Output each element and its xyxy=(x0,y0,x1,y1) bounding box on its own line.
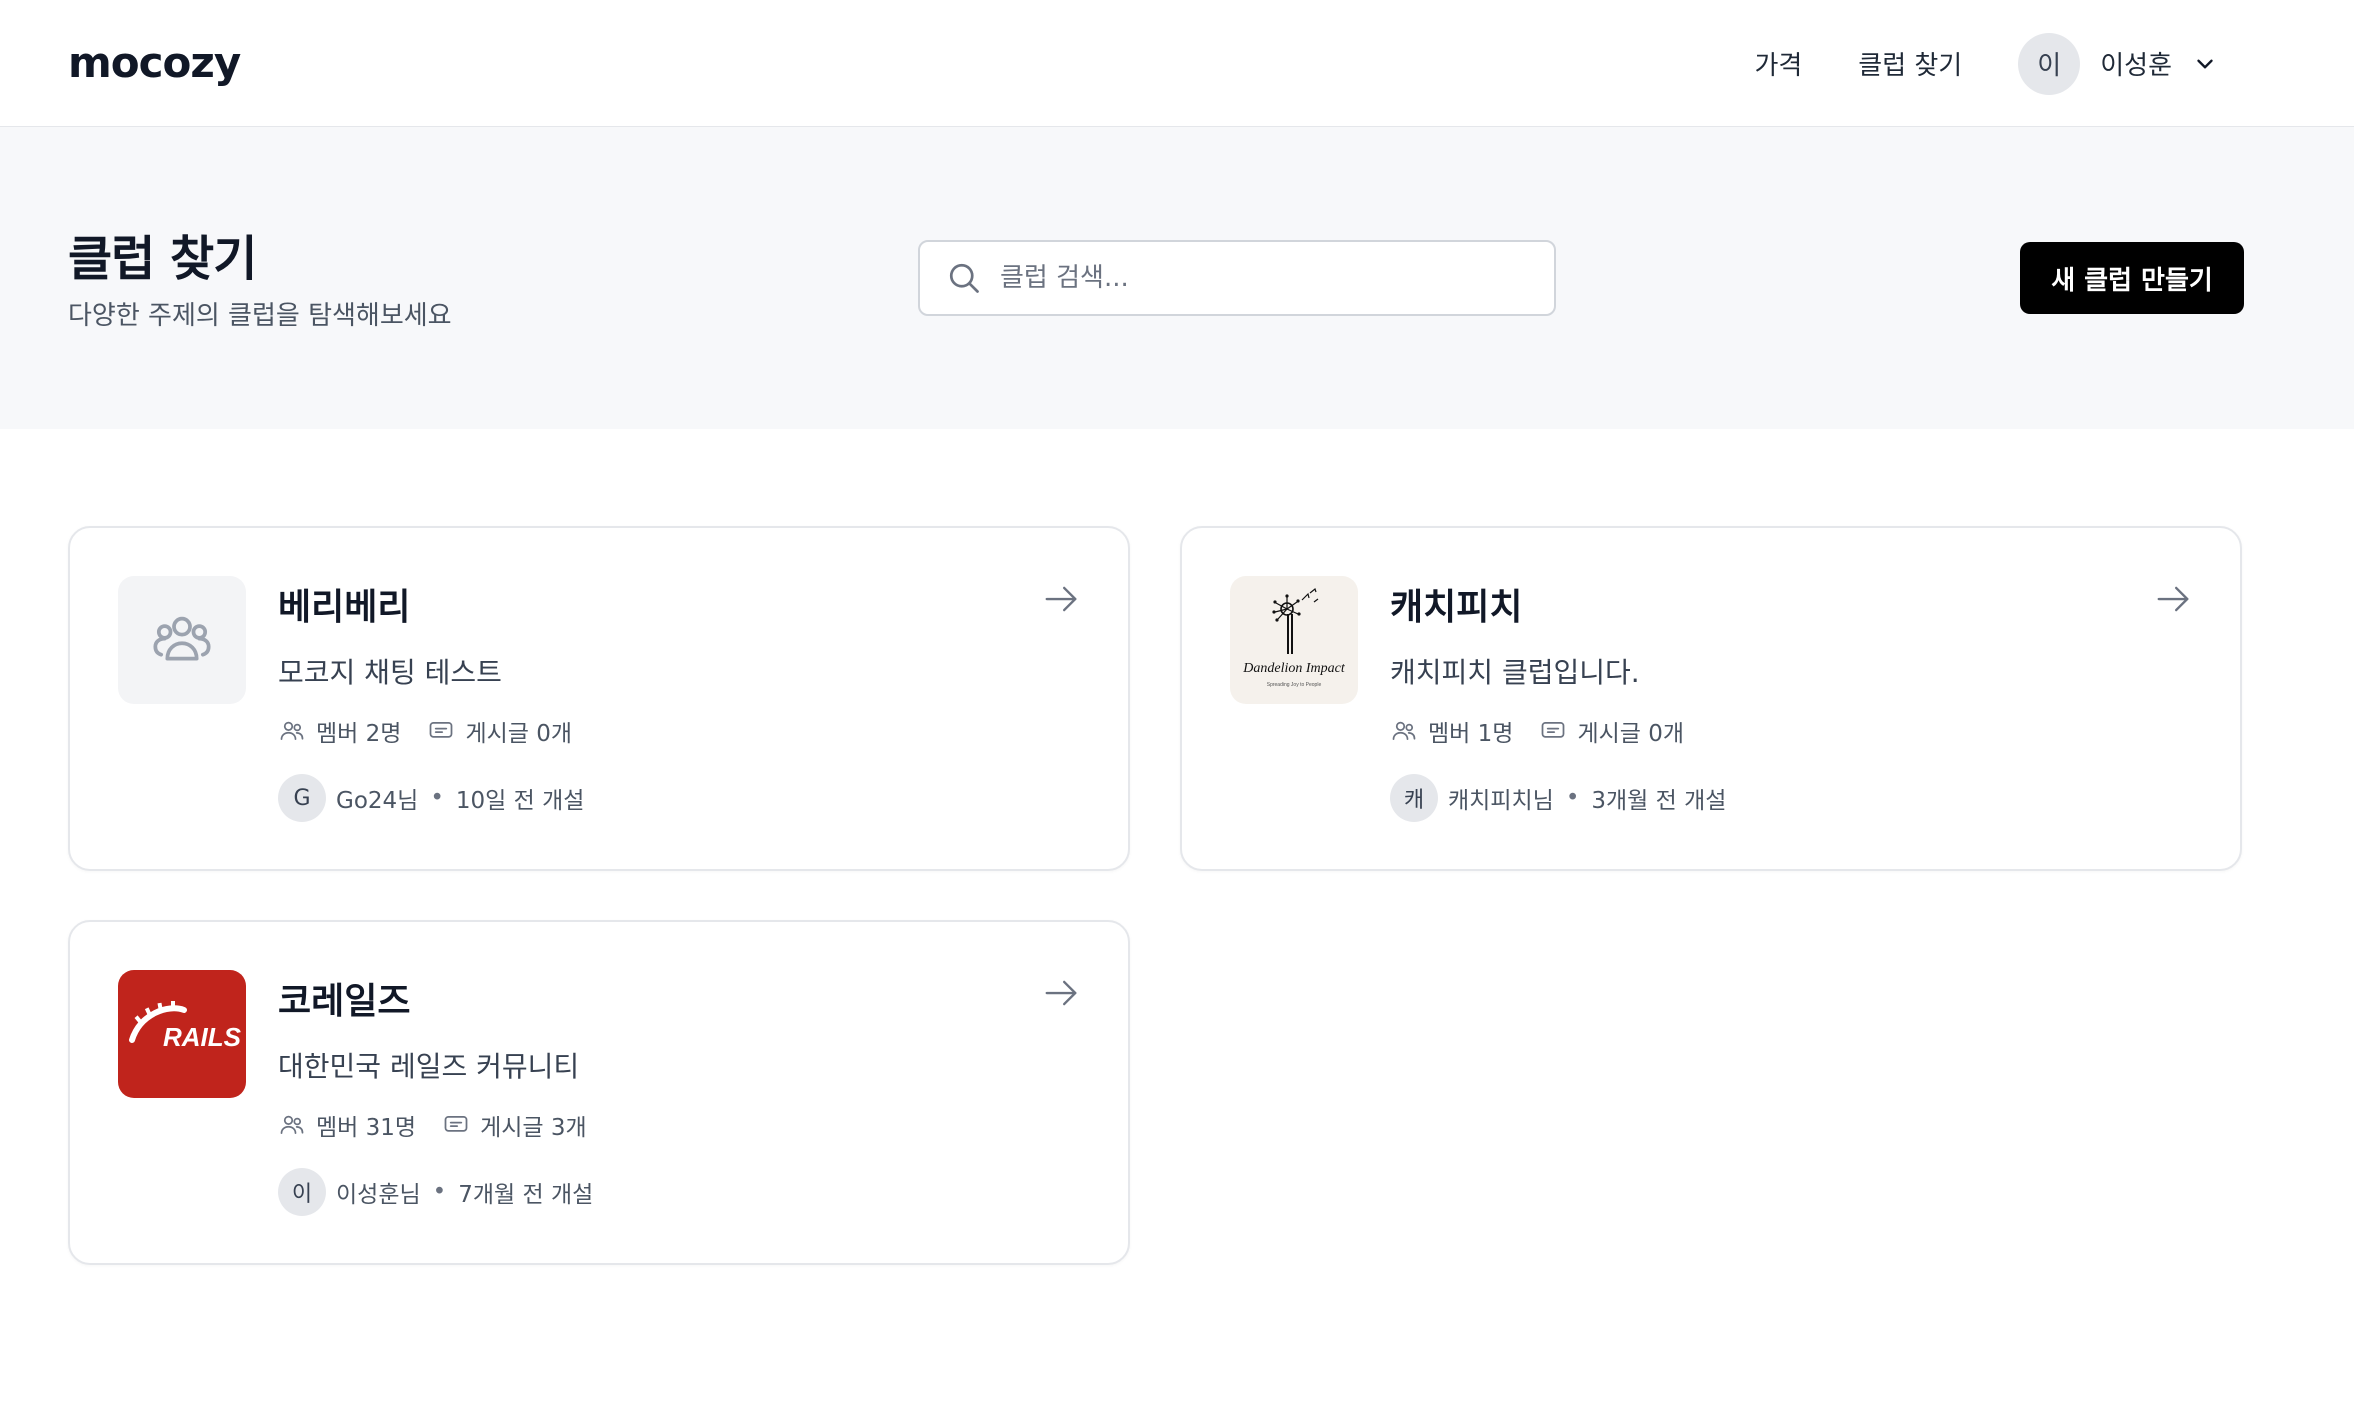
separator-dot: • xyxy=(1565,785,1580,811)
users-icon xyxy=(1392,721,1416,741)
club-thumbnail: Dandelion Impact Spreading Joy to People xyxy=(1230,576,1358,704)
post-count-label: 게시글 0개 xyxy=(1577,721,1685,747)
member-count: 멤버 1명 xyxy=(1390,714,1513,748)
message-icon xyxy=(444,1115,468,1132)
page-subtitle: 다양한 주제의 클럽을 탐색해보세요 xyxy=(68,301,452,331)
separator-dot: • xyxy=(432,1179,447,1205)
club-name: 캐치피치 xyxy=(1390,587,1523,628)
club-thumbnail: RAILS xyxy=(118,970,246,1098)
user-menu[interactable]: 이 이성훈 xyxy=(2018,32,2218,95)
club-name: 코레일즈 xyxy=(278,981,411,1022)
logo-subtext: Spreading Joy to People xyxy=(1267,682,1322,688)
club-description: 모코지 채팅 테스트 xyxy=(278,656,502,689)
arrow-right-icon xyxy=(1045,980,1077,1006)
created-date: 10일 전 개설 xyxy=(455,788,585,814)
owner-avatar: 캐 xyxy=(1390,774,1438,822)
chevron-down-icon xyxy=(2197,59,2213,68)
member-count: 멤버 2명 xyxy=(278,714,401,748)
club-stats: 멤버 2명 게시글 0개 xyxy=(278,714,598,748)
message-icon xyxy=(1542,721,1565,738)
club-description: 캐치피치 클럽입니다. xyxy=(1390,656,1640,689)
search-icon xyxy=(949,263,979,293)
owner-name: 캐치피치님 xyxy=(1448,788,1554,814)
nav-pricing-link[interactable]: 가격 xyxy=(1754,45,1802,82)
club-thumbnail xyxy=(118,576,246,704)
club-stats: 멤버 1명 게시글 0개 xyxy=(1390,714,1710,748)
nav-menu: 가격 클럽 찾기 이 이성훈 xyxy=(1754,0,2354,127)
post-count: 게시글 0개 xyxy=(1539,714,1684,748)
search-box[interactable] xyxy=(918,240,1556,316)
club-description: 대한민국 레일즈 커뮤니티 xyxy=(278,1050,580,1083)
people-icon xyxy=(153,616,211,661)
club-owner: G Go24님 • 10일 전 개설 xyxy=(278,774,584,822)
users-icon xyxy=(280,1115,304,1135)
post-count-label: 게시글 3개 xyxy=(480,1115,587,1141)
arrow-right-icon xyxy=(2157,586,2189,612)
logo[interactable]: mocozy xyxy=(68,38,241,87)
message-icon xyxy=(430,721,453,738)
top-navbar: mocozy 가격 클럽 찾기 이 이성훈 xyxy=(0,0,2354,127)
owner-name: 이성훈님 xyxy=(336,1182,421,1208)
owner-avatar: G xyxy=(278,774,326,822)
club-name: 베리베리 xyxy=(278,587,411,628)
member-count-label: 멤버 31명 xyxy=(316,1115,417,1141)
rails-logo: RAILS xyxy=(129,1001,242,1052)
users-icon xyxy=(280,721,304,741)
club-card[interactable]: Dandelion Impact Spreading Joy to People… xyxy=(1180,526,2242,871)
page-title: 클럽 찾기 xyxy=(68,231,257,287)
page-header: 클럽 찾기 다양한 주제의 클럽을 탐색해보세요 새 클럽 만들기 xyxy=(0,127,2354,429)
post-count: 게시글 0개 xyxy=(427,714,572,748)
club-owner: 이 이성훈님 • 7개월 전 개설 xyxy=(278,1168,593,1216)
created-date: 3개월 전 개설 xyxy=(1591,788,1727,814)
arrow-right-icon xyxy=(1045,586,1077,612)
search-input[interactable] xyxy=(1000,263,1520,293)
member-count: 멤버 31명 xyxy=(278,1108,416,1142)
club-owner: 캐 캐치피치님 • 3개월 전 개설 xyxy=(1390,774,1726,822)
club-card[interactable]: RAILS 코레일즈 대한민국 레일즈 커뮤니티 멤버 31명 게시글 3개 이… xyxy=(68,920,1130,1265)
club-stats: 멤버 31명 게시글 3개 xyxy=(278,1108,613,1142)
post-count: 게시글 3개 xyxy=(442,1108,587,1142)
member-count-label: 멤버 1명 xyxy=(1428,721,1514,747)
club-card[interactable]: 베리베리 모코지 채팅 테스트 멤버 2명 게시글 0개 G Go24님 • 1… xyxy=(68,526,1130,871)
logo-text: RAILS xyxy=(163,1022,242,1052)
owner-name: Go24님 xyxy=(336,788,419,814)
owner-avatar: 이 xyxy=(278,1168,326,1216)
new-club-button[interactable]: 새 클럽 만들기 xyxy=(2020,242,2244,314)
separator-dot: • xyxy=(430,785,444,811)
user-name: 이성훈 xyxy=(2100,51,2172,81)
logo-text: Dandelion Impact xyxy=(1242,661,1346,676)
nav-find-clubs-link[interactable]: 클럽 찾기 xyxy=(1858,45,1962,82)
dandelion-impact-logo: Dandelion Impact Spreading Joy to People xyxy=(1242,587,1346,688)
user-avatar: 이 xyxy=(2018,32,2081,95)
created-date: 7개월 전 개설 xyxy=(458,1182,594,1208)
post-count-label: 게시글 0개 xyxy=(465,721,573,747)
member-count-label: 멤버 2명 xyxy=(316,721,402,747)
